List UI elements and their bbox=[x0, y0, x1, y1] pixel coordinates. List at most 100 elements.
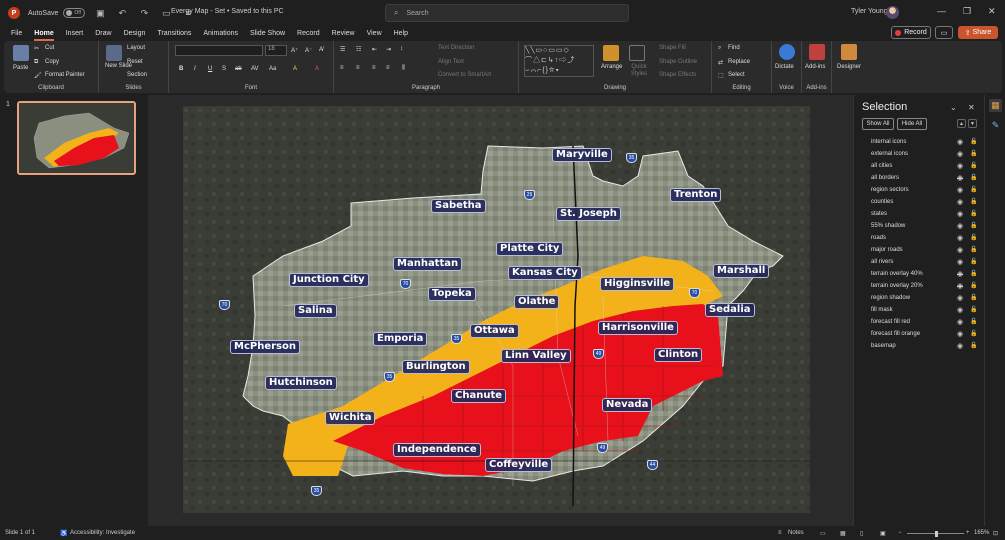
unlock-icon[interactable]: 🔓 bbox=[970, 330, 979, 337]
quick-styles-icon[interactable] bbox=[629, 45, 645, 61]
replace-button[interactable]: Replace bbox=[728, 59, 750, 65]
shape-outline-button[interactable]: Shape Outline bbox=[659, 59, 697, 65]
highlight-button[interactable]: A bbox=[293, 66, 297, 72]
eye-icon[interactable]: ◉ bbox=[957, 342, 966, 350]
find-icon[interactable]: ⌕ bbox=[718, 45, 721, 52]
eye-icon[interactable]: ◉ bbox=[957, 234, 966, 242]
unlock-icon[interactable]: 🔓 bbox=[970, 186, 979, 193]
layer-item[interactable]: fill mask ◉ 🔓 bbox=[871, 304, 979, 315]
tab-draw[interactable]: Draw bbox=[89, 26, 117, 40]
eye-icon[interactable]: ◉ bbox=[957, 246, 966, 254]
layer-name[interactable]: major roads bbox=[871, 247, 957, 253]
layer-item[interactable]: basemap ◉ 🔓 bbox=[871, 340, 979, 351]
layer-name[interactable]: forecast fill red bbox=[871, 319, 957, 325]
hide-all-button[interactable]: Hide All bbox=[897, 118, 927, 130]
eye-icon[interactable]: ◉ bbox=[957, 138, 966, 146]
format-painter-icon[interactable]: 🖌 bbox=[34, 72, 42, 79]
notes-button[interactable]: Notes bbox=[788, 530, 804, 536]
selection-pane-icon[interactable]: ▦ bbox=[989, 99, 1002, 112]
clear-format-icon[interactable]: A̸ bbox=[319, 47, 323, 53]
unlock-icon[interactable]: 🔓 bbox=[970, 150, 979, 157]
document-title[interactable]: Evergy Map - Set • Saved to this PC bbox=[171, 8, 284, 15]
align-text-button[interactable]: Align Text bbox=[438, 59, 464, 65]
tab-slide-show[interactable]: Slide Show bbox=[244, 26, 291, 40]
eye-icon[interactable]: ◉ bbox=[957, 294, 966, 302]
convert-smartart-button[interactable]: Convert to SmartArt bbox=[438, 72, 491, 78]
copy-icon[interactable]: ⧉ bbox=[34, 59, 38, 66]
quick-styles-button[interactable]: Quick Styles bbox=[625, 64, 653, 78]
format-shape-icon[interactable]: ✎ bbox=[989, 119, 1002, 132]
eye-icon[interactable]: ◉ bbox=[957, 258, 966, 266]
dictate-button[interactable]: Dictate bbox=[775, 64, 794, 70]
layer-item[interactable]: terrain overlay 40% ◉ 🔓 bbox=[871, 268, 979, 279]
section-button[interactable]: Section bbox=[127, 72, 147, 78]
designer-button[interactable]: Designer bbox=[837, 64, 861, 70]
record-button[interactable]: Record bbox=[891, 26, 931, 39]
layer-item[interactable]: states ◉ 🔓 bbox=[871, 208, 979, 219]
layer-name[interactable]: all borders bbox=[871, 175, 957, 181]
layer-item[interactable]: internal icons ◉ 🔓 bbox=[871, 136, 979, 147]
restore-icon[interactable]: ❐ bbox=[963, 6, 971, 17]
eye-icon[interactable]: ◉ bbox=[957, 198, 966, 206]
tab-view[interactable]: View bbox=[361, 26, 388, 40]
arrange-button[interactable]: Arrange bbox=[601, 64, 622, 70]
unlock-icon[interactable]: 🔓 bbox=[970, 162, 979, 169]
layer-item[interactable]: all cities ◉ 🔓 bbox=[871, 160, 979, 171]
eye-off-icon[interactable]: ◉ bbox=[957, 174, 966, 182]
cut-button[interactable]: Cut bbox=[45, 45, 54, 51]
tab-transitions[interactable]: Transitions bbox=[151, 26, 197, 40]
layer-name[interactable]: all cities bbox=[871, 163, 957, 169]
layer-name[interactable]: external icons bbox=[871, 151, 957, 157]
unlock-icon[interactable]: 🔓 bbox=[970, 222, 979, 229]
layer-name[interactable]: basemap bbox=[871, 343, 957, 349]
avatar[interactable] bbox=[886, 6, 899, 19]
decrease-font-icon[interactable]: A⁻ bbox=[305, 47, 312, 54]
redo-icon[interactable]: ↷ bbox=[137, 6, 151, 20]
microphone-icon[interactable] bbox=[779, 44, 795, 60]
tab-file[interactable]: File bbox=[5, 26, 28, 40]
accessibility-icon[interactable]: ♿ bbox=[60, 530, 67, 537]
chevron-down-icon[interactable]: ⌄ bbox=[950, 103, 957, 112]
save-icon[interactable]: ▣ bbox=[93, 6, 107, 20]
layer-name[interactable]: region sectors bbox=[871, 187, 957, 193]
justify-icon[interactable]: ≡ bbox=[386, 65, 390, 71]
copy-button[interactable]: Copy bbox=[45, 59, 59, 65]
accessibility-status[interactable]: Accessibility: Investigate bbox=[70, 530, 135, 536]
replace-icon[interactable]: ⇄ bbox=[718, 59, 723, 66]
slideshow-icon[interactable]: ▣ bbox=[880, 530, 886, 537]
find-button[interactable]: Find bbox=[728, 45, 740, 51]
eye-icon[interactable]: ◉ bbox=[957, 306, 966, 314]
layer-item[interactable]: terrain overlay 20% ◉ 🔓 bbox=[871, 280, 979, 291]
unlock-icon[interactable]: 🔓 bbox=[970, 294, 979, 301]
eye-off-icon[interactable]: ◉ bbox=[957, 270, 966, 278]
slide-sorter-icon[interactable]: ▦ bbox=[840, 530, 846, 537]
paste-icon[interactable] bbox=[13, 45, 29, 61]
slide-thumbnail[interactable] bbox=[17, 101, 136, 175]
eye-icon[interactable]: ◉ bbox=[957, 150, 966, 158]
send-backward-icon[interactable]: ▼ bbox=[968, 119, 977, 128]
eye-icon[interactable]: ◉ bbox=[957, 162, 966, 170]
bring-forward-icon[interactable]: ▲ bbox=[957, 119, 966, 128]
layer-item[interactable]: all rivers ◉ 🔓 bbox=[871, 256, 979, 267]
layer-name[interactable]: region shadow bbox=[871, 295, 957, 301]
layer-item[interactable]: external icons ◉ 🔓 bbox=[871, 148, 979, 159]
arrange-icon[interactable] bbox=[603, 45, 619, 61]
format-painter-button[interactable]: Format Painter bbox=[45, 72, 85, 78]
eye-icon[interactable]: ◉ bbox=[957, 330, 966, 338]
close-window-icon[interactable]: ✕ bbox=[988, 6, 996, 17]
layout-button[interactable]: Layout bbox=[127, 45, 145, 51]
reset-button[interactable]: Reset bbox=[127, 59, 143, 65]
normal-view-icon[interactable]: ▭ bbox=[820, 530, 826, 537]
tab-animations[interactable]: Animations bbox=[197, 26, 244, 40]
unlock-icon[interactable]: 🔓 bbox=[970, 246, 979, 253]
unlock-icon[interactable]: 🔓 bbox=[970, 270, 979, 277]
paste-button[interactable]: Paste bbox=[13, 65, 28, 71]
close-icon[interactable]: ✕ bbox=[968, 103, 975, 112]
shape-effects-button[interactable]: Shape Effects bbox=[659, 72, 696, 78]
font-size-box[interactable]: 18 bbox=[265, 45, 287, 56]
underline-button[interactable]: U bbox=[208, 66, 212, 72]
layer-item[interactable]: region shadow ◉ 🔓 bbox=[871, 292, 979, 303]
unlock-icon[interactable]: 🔓 bbox=[970, 306, 979, 313]
layer-name[interactable]: 55% shadow bbox=[871, 223, 957, 229]
tab-review[interactable]: Review bbox=[326, 26, 361, 40]
